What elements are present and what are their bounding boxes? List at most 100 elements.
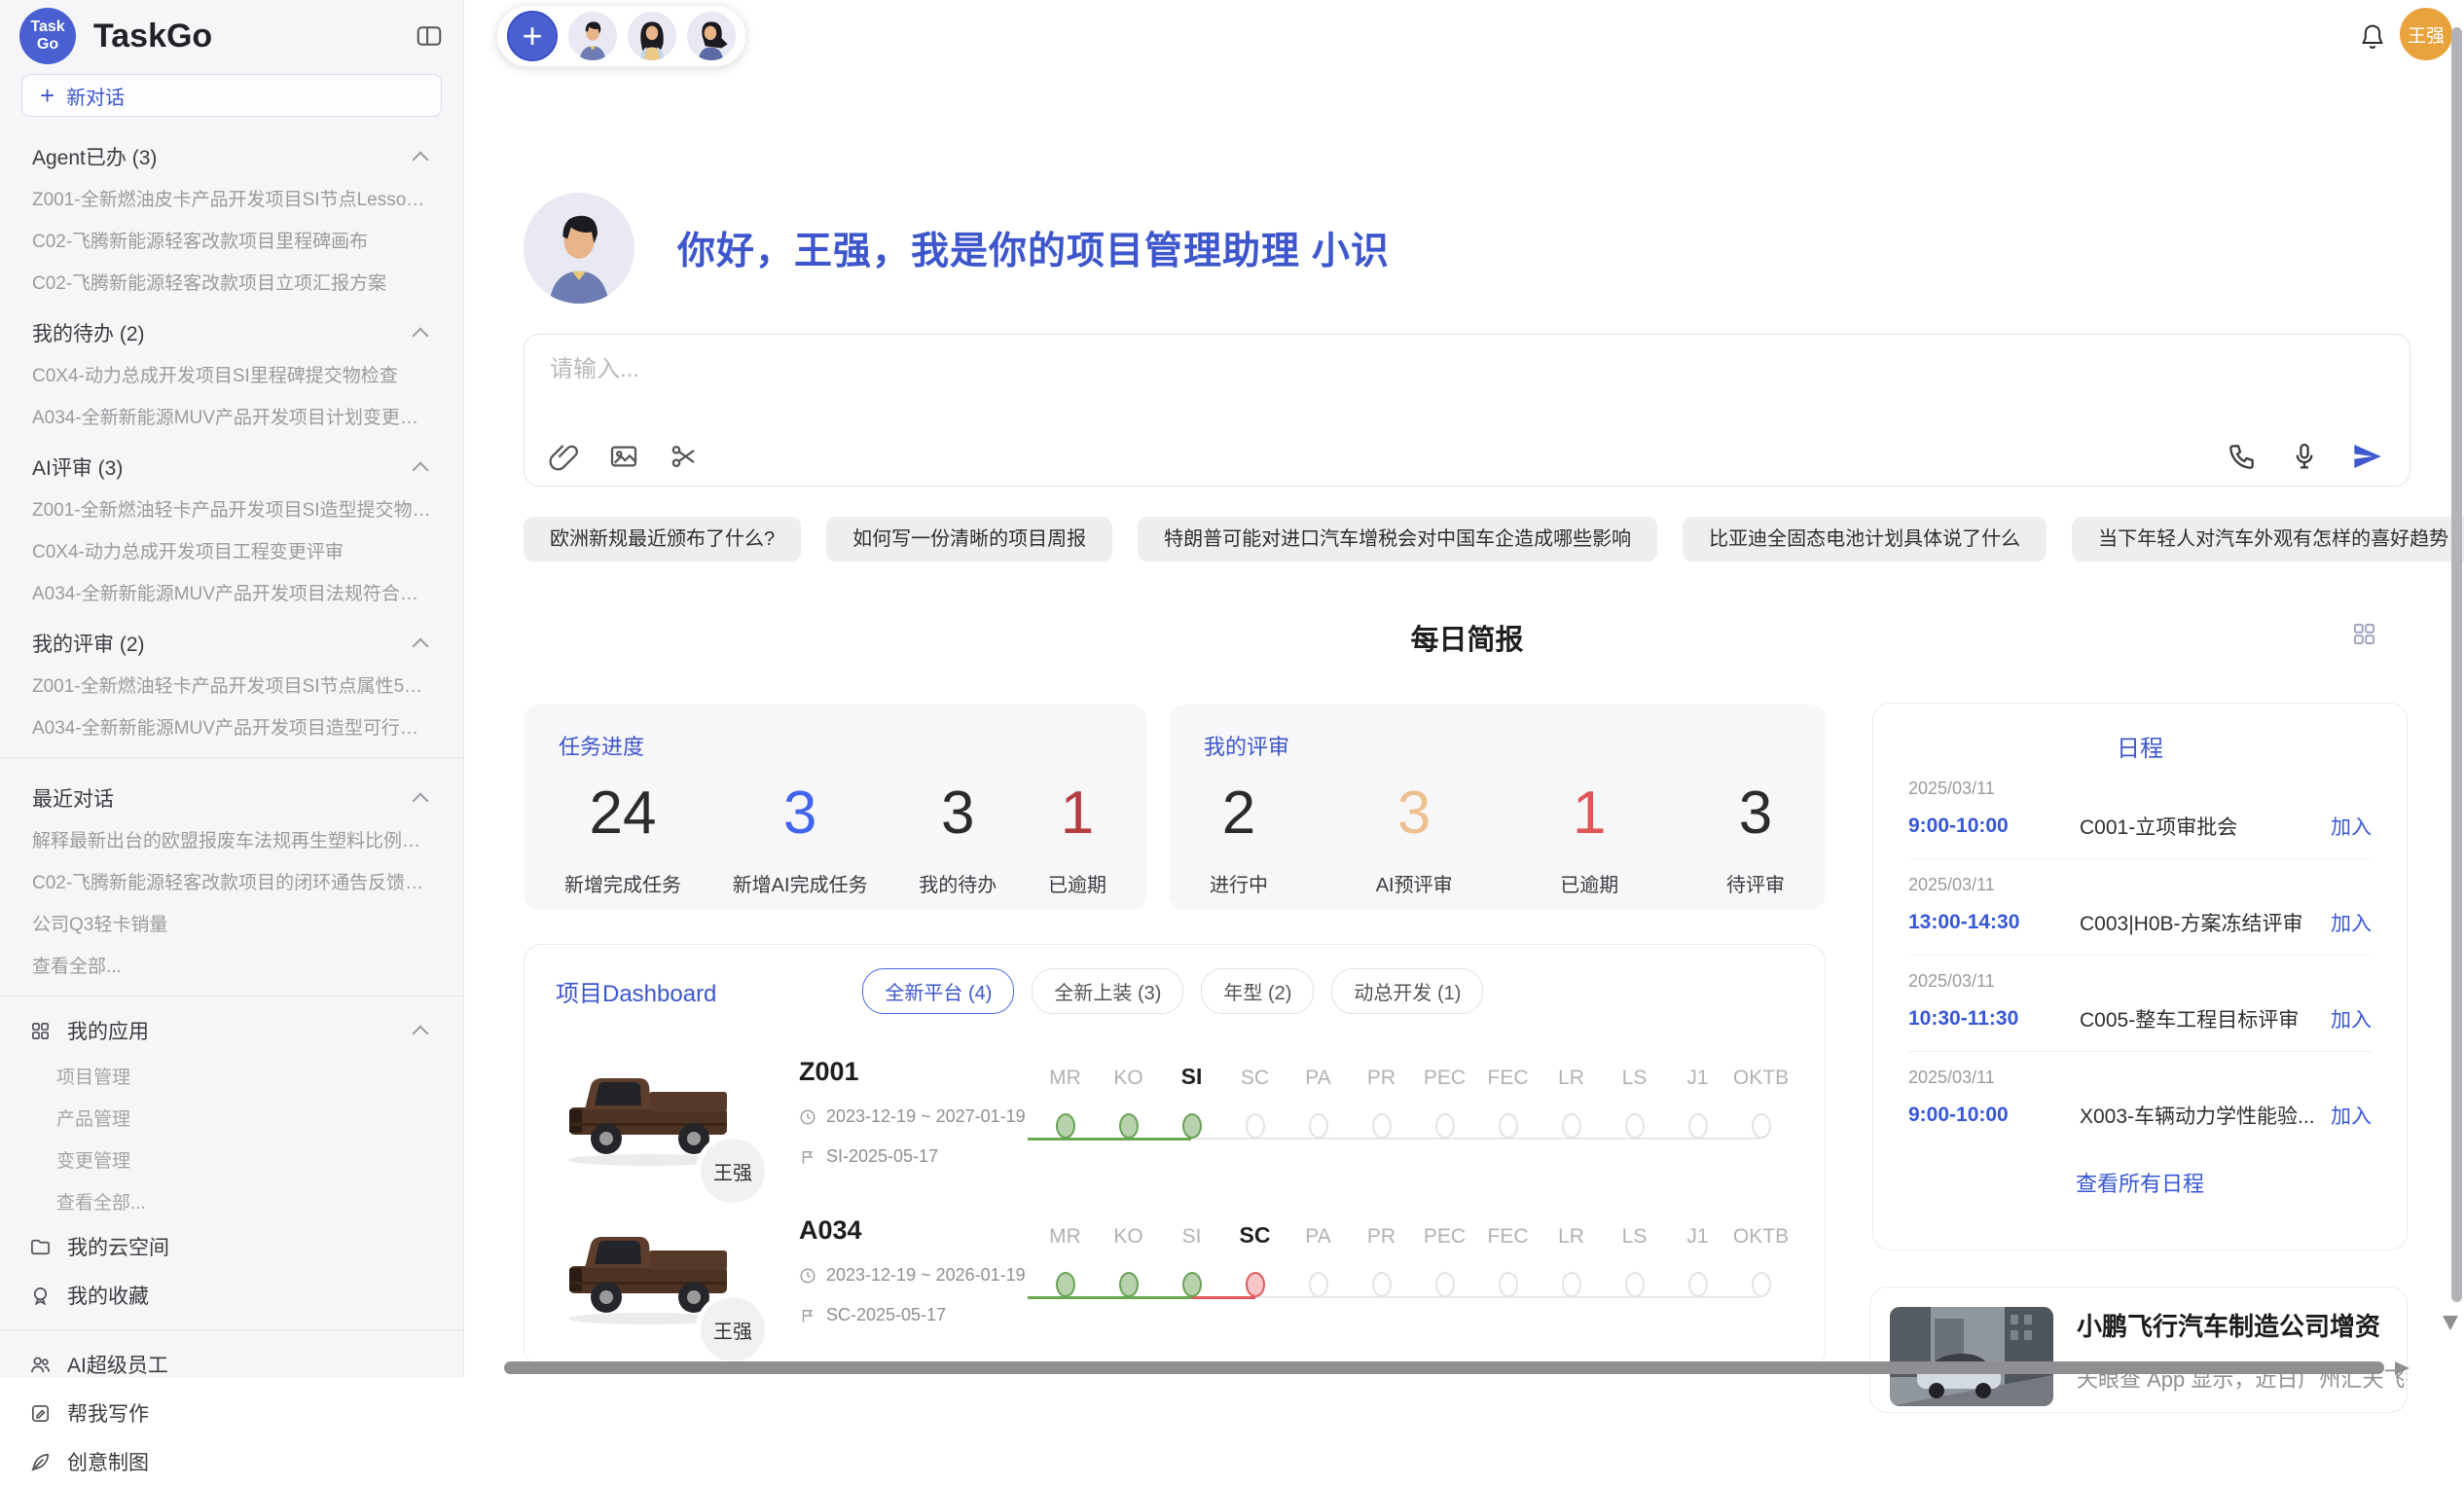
milestone-label: FEC <box>1488 1217 1529 1249</box>
phone-icon[interactable] <box>2227 441 2258 472</box>
section-title: 我的评审 (2) <box>32 629 145 658</box>
milestone-label: KO <box>1113 1059 1142 1090</box>
divider <box>0 757 463 758</box>
milestone-node <box>1688 1113 1708 1139</box>
list-item[interactable]: 公司Q3轻卡销量 <box>0 902 463 944</box>
notification-bell-icon[interactable] <box>2357 21 2388 53</box>
list-item[interactable]: A034-全新新能源MUV产品开发项目计划变更表编写 <box>0 395 463 437</box>
sidebar-item-product-mgmt[interactable]: 产品管理 <box>0 1097 463 1139</box>
suggestion-chip[interactable]: 特朗普可能对进口汽车增税会对中国车企造成哪些影响 <box>1138 517 1657 562</box>
section-title: AI评审 (3) <box>32 453 123 482</box>
milestone-label: LR <box>1558 1217 1584 1249</box>
milestone-node <box>1119 1113 1139 1139</box>
section-agent-done[interactable]: Agent已办 (3) <box>0 127 463 177</box>
join-link[interactable]: 加入 <box>2331 908 2372 937</box>
list-item[interactable]: C02-飞腾新能源轻客改款项目里程碑画布 <box>0 219 463 261</box>
list-item[interactable]: C0X4-动力总成开发项目工程变更评审 <box>0 529 463 571</box>
card-title: 我的评审 <box>1204 730 1791 761</box>
stat: 24 新增完成任务 <box>564 779 681 897</box>
join-link[interactable]: 加入 <box>2331 812 2372 841</box>
people-icon <box>29 1354 52 1376</box>
image-icon[interactable] <box>608 441 639 472</box>
project-row[interactable]: 王强 Z001 2023-12-19 ~ 2027-01-19 SI-2025-… <box>556 1051 1794 1173</box>
section-ai-review[interactable]: AI评审 (3) <box>0 437 463 488</box>
scroll-down-arrow[interactable] <box>2443 1316 2458 1330</box>
layout-grid-icon[interactable] <box>2351 621 2377 647</box>
scroll-right-arrow[interactable] <box>2395 1361 2410 1375</box>
stat-value: 3 <box>733 779 868 848</box>
suggestion-chip[interactable]: 欧洲新规最近颁布了什么? <box>524 517 801 562</box>
section-my-review[interactable]: 我的评审 (2) <box>0 613 463 664</box>
join-link[interactable]: 加入 <box>2331 1004 2372 1033</box>
stat-label: 我的待办 <box>919 869 996 897</box>
join-link[interactable]: 加入 <box>2331 1101 2372 1130</box>
stat-value: 1 <box>1048 779 1106 848</box>
schedule-time: 13:00-14:30 <box>1908 911 2054 934</box>
schedule-name: C005-整车工程目标评审 <box>2080 1004 2331 1033</box>
list-item[interactable]: Z001-全新燃油轻卡产品开发项目SI节点属性5D文件评审 <box>0 664 463 706</box>
assistant-avatar-woman2[interactable] <box>687 12 736 60</box>
scissors-icon[interactable] <box>669 441 700 472</box>
milestone-label: J1 <box>1686 1059 1708 1090</box>
greeting-block: 你好，王强，我是你的项目管理助理 小识 <box>524 193 1390 304</box>
list-item[interactable]: Z001-全新燃油皮卡产品开发项目SI节点Lesson Learn报告 <box>0 177 463 219</box>
sidebar-item-project-mgmt[interactable]: 项目管理 <box>0 1055 463 1097</box>
milestone-label: SC <box>1241 1059 1269 1090</box>
tab-new-platform[interactable]: 全新平台 (4) <box>862 968 1014 1014</box>
dashboard-tabs: 全新平台 (4) 全新上装 (3) 年型 (2) 动总开发 (1) <box>862 968 1483 1014</box>
milestone-node <box>1688 1272 1708 1297</box>
sidebar-item-label: 我的应用 <box>67 1016 399 1045</box>
stat: 2 进行中 <box>1210 779 1268 897</box>
tab-powertrain[interactable]: 动总开发 (1) <box>1331 968 1483 1014</box>
assistant-avatar-man[interactable] <box>568 12 617 60</box>
view-all-schedule-link[interactable]: 查看所有日程 <box>1908 1167 2372 1198</box>
sidebar-item-my-apps[interactable]: 我的应用 <box>0 1006 463 1055</box>
list-item[interactable]: A034-全新新能源MUV产品开发项目法规符合性评审 <box>0 571 463 613</box>
schedule-name: C001-立项审批会 <box>2080 812 2331 841</box>
chevron-up-icon <box>413 328 429 344</box>
horizontal-scrollbar[interactable] <box>504 1361 2384 1374</box>
list-item[interactable]: 解释最新出台的欧盟报废车法规再生塑料比例被调至15%... <box>0 818 463 860</box>
user-avatar[interactable]: 王强 <box>2400 8 2452 60</box>
suggestion-chip[interactable]: 当下年轻人对汽车外观有怎样的喜好趋势 <box>2072 517 2464 562</box>
sidebar-collapse-icon[interactable] <box>415 21 444 51</box>
vertical-scrollbar[interactable] <box>2451 27 2462 1302</box>
sidebar-item-creative-draw[interactable]: 创意制图 <box>0 1437 463 1486</box>
project-row[interactable]: 王强 A034 2023-12-19 ~ 2026-01-19 SC-2025-… <box>556 1210 1794 1331</box>
paperclip-icon[interactable] <box>548 441 579 472</box>
list-item[interactable]: C02-飞腾新能源轻客改款项目的闭环通告反馈情况 <box>0 860 463 902</box>
assistant-switcher: + <box>496 5 746 67</box>
daily-brief-title: 每日简报 <box>1410 625 1523 656</box>
stat: 3 待评审 <box>1726 779 1785 897</box>
view-all-chats[interactable]: 查看全部... <box>0 944 463 986</box>
send-icon[interactable] <box>2351 441 2382 472</box>
suggestion-chip[interactable]: 比亚迪全固态电池计划具体说了什么 <box>1683 517 2047 562</box>
section-recent-chats[interactable]: 最近对话 <box>0 768 463 818</box>
tab-new-body[interactable]: 全新上装 (3) <box>1032 968 1183 1014</box>
section-my-todo[interactable]: 我的待办 (2) <box>0 303 463 353</box>
project-flag-date: SC-2025-05-17 <box>826 1305 946 1325</box>
mic-icon[interactable] <box>2289 441 2320 472</box>
view-all-apps[interactable]: 查看全部... <box>0 1180 463 1222</box>
news-card[interactable]: 小鹏飞行汽车制造公司增资 天眼查 App 显示，近日广州汇天飞行汽 <box>1869 1287 2408 1413</box>
milestone-node <box>1309 1272 1328 1297</box>
my-review-card: 我的评审 2 进行中 3 AI预评审 1 已逾期 3 待评审 <box>1169 705 1826 910</box>
add-assistant-button[interactable]: + <box>507 11 558 61</box>
list-item[interactable]: Z001-全新燃油轻卡产品开发项目SI造型提交物评审 <box>0 488 463 529</box>
new-chat-button[interactable]: + 新对话 <box>21 74 442 117</box>
chat-input[interactable] <box>550 356 1912 383</box>
assistant-avatar-woman1[interactable] <box>628 12 676 60</box>
sidebar-item-help-write[interactable]: 帮我写作 <box>0 1389 463 1437</box>
list-item[interactable]: C0X4-动力总成开发项目SI里程碑提交物检查 <box>0 353 463 395</box>
milestone-node <box>1499 1113 1518 1139</box>
list-item[interactable]: C02-飞腾新能源轻客改款项目立项汇报方案 <box>0 261 463 303</box>
tab-model-year[interactable]: 年型 (2) <box>1201 968 1314 1014</box>
list-item[interactable]: A034-全新新能源MUV产品开发项目造型可行性评审 <box>0 706 463 747</box>
sidebar-item-change-mgmt[interactable]: 变更管理 <box>0 1139 463 1180</box>
suggestion-chips: 欧洲新规最近颁布了什么? 如何写一份清晰的项目周报 特朗普可能对进口汽车增税会对… <box>524 517 2412 562</box>
new-chat-label: 新对话 <box>66 82 125 110</box>
sidebar-item-ai-employee[interactable]: AI超级员工 <box>0 1340 463 1389</box>
suggestion-chip[interactable]: 如何写一份清晰的项目周报 <box>826 517 1112 562</box>
sidebar-item-favorites[interactable]: 我的收藏 <box>0 1271 463 1320</box>
sidebar-item-cloud-space[interactable]: 我的云空间 <box>0 1222 463 1271</box>
